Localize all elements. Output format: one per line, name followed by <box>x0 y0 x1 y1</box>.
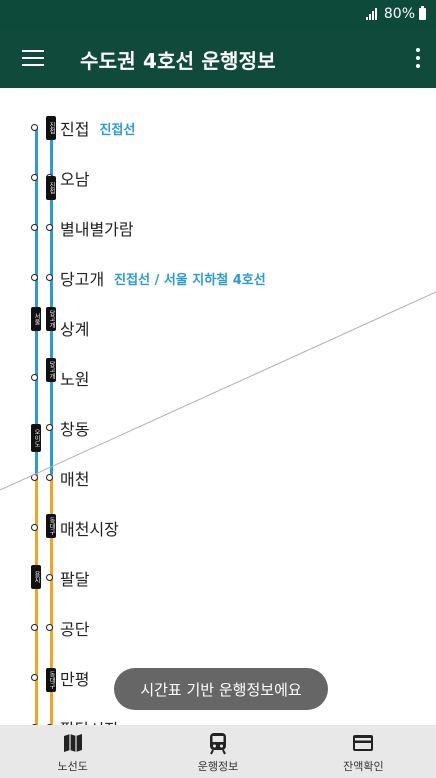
station-node <box>31 124 38 131</box>
station-node <box>31 374 38 381</box>
train-marker[interactable]: 오이도 <box>31 424 41 452</box>
station-node <box>31 274 38 281</box>
train-marker[interactable]: 진접 <box>46 116 56 140</box>
station-row[interactable]: 만평 <box>60 665 89 691</box>
station-name: 당고개 <box>60 270 105 289</box>
nav-label: 노선도 <box>57 760 88 773</box>
line-orange-left <box>35 474 38 725</box>
station-node <box>46 224 53 231</box>
station-row[interactable]: 진접 진접선 <box>60 115 135 141</box>
station-name: 매천시장 <box>60 520 119 539</box>
station-node <box>31 474 38 481</box>
station-row[interactable]: 상계 <box>60 315 89 341</box>
station-node <box>46 274 53 281</box>
station-node <box>46 424 53 431</box>
bottom-nav: 노선도 운행정보 잔액확인 <box>0 725 436 778</box>
battery-text: 80% <box>383 6 415 22</box>
station-row[interactable]: 팔달 <box>60 565 89 591</box>
signal-icon <box>365 8 377 20</box>
train-icon <box>209 733 226 755</box>
station-name: 공단 <box>60 620 90 639</box>
station-node <box>31 174 38 181</box>
station-node <box>31 224 38 231</box>
station-node <box>46 574 53 581</box>
station-row[interactable]: 당고개 진접선 / 서울 지하철 4호선 <box>60 265 266 291</box>
station-list[interactable]: 진접 진접선오남별내별가람당고개 진접선 / 서울 지하철 4호선상계노원창동매천매… <box>0 88 436 725</box>
battery-icon <box>419 6 426 20</box>
train-marker[interactable]: 서울 <box>31 307 41 331</box>
train-marker[interactable]: 동대구 <box>46 668 56 692</box>
station-name: 오남 <box>60 170 90 189</box>
station-name: 만평 <box>60 670 90 689</box>
station-row[interactable]: 공단 <box>60 615 89 641</box>
more-options-icon[interactable] <box>414 48 422 68</box>
station-name: 팔달시장 <box>60 716 119 725</box>
station-row[interactable]: 매천 <box>60 465 89 491</box>
train-marker[interactable]: 진접 <box>46 176 56 200</box>
station-row[interactable]: 별내별가람 <box>60 215 134 241</box>
train-marker[interactable]: 동대구 <box>46 514 56 538</box>
nav-route-map[interactable]: 노선도 <box>0 725 145 778</box>
station-name: 매천 <box>60 470 90 489</box>
transfer-label: 진접선 <box>99 122 136 138</box>
toast-message: 시간표 기반 운행정보에요 <box>114 668 328 710</box>
station-name: 창동 <box>60 420 90 439</box>
station-node <box>46 624 53 631</box>
station-row[interactable]: 팔달시장 <box>60 715 119 725</box>
train-marker[interactable]: 용지 <box>31 565 41 589</box>
station-name: 별내별가람 <box>60 220 134 239</box>
nav-balance-check[interactable]: 잔액확인 <box>291 725 436 778</box>
station-row[interactable]: 창동 <box>60 415 89 441</box>
station-name: 진접 <box>60 120 90 139</box>
status-bar: 80% <box>0 0 436 28</box>
station-name: 팔달 <box>60 570 90 589</box>
nav-operation-info[interactable]: 운행정보 <box>145 725 290 778</box>
train-marker[interactable]: 당고개 <box>46 358 56 382</box>
station-name: 상계 <box>60 320 90 339</box>
station-name: 노원 <box>60 370 90 389</box>
map-icon <box>63 734 82 752</box>
station-node <box>31 524 38 531</box>
train-marker[interactable]: 당고개 <box>46 307 56 331</box>
station-row[interactable]: 노원 <box>60 365 89 391</box>
station-row[interactable]: 매천시장 <box>60 515 119 541</box>
station-row[interactable]: 오남 <box>60 165 89 191</box>
nav-label: 잔액확인 <box>343 760 384 773</box>
page-title: 수도권 4호선 운행정보 <box>80 49 276 73</box>
station-node <box>31 624 38 631</box>
station-node <box>46 474 53 481</box>
transfer-label: 진접선 / 서울 지하철 4호선 <box>114 272 266 288</box>
menu-icon[interactable] <box>22 50 44 66</box>
nav-label: 운행정보 <box>197 760 239 773</box>
card-icon <box>353 735 374 751</box>
app-bar: 수도권 4호선 운행정보 <box>0 28 436 88</box>
station-node <box>31 674 38 681</box>
